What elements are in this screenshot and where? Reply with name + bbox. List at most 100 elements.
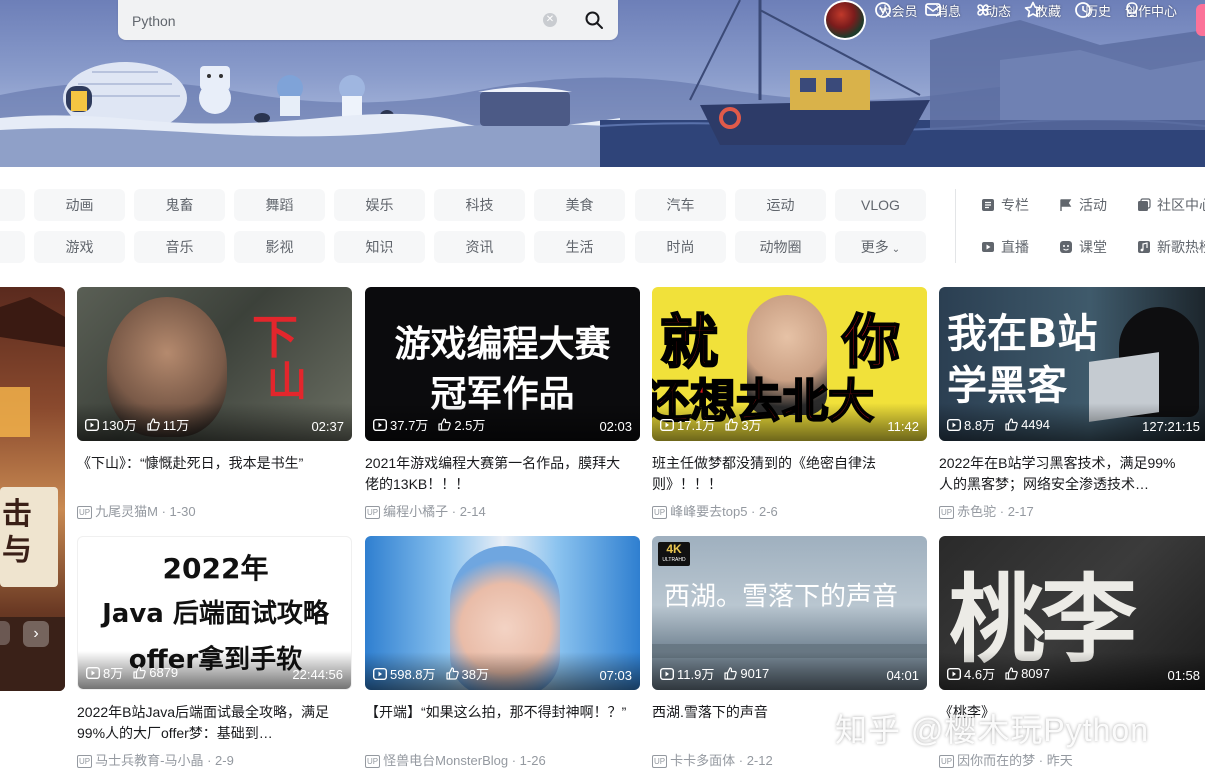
video-thumbnail[interactable]: 下 山 130万 11万 02:37: [77, 287, 352, 441]
likes-count: 38万: [461, 667, 490, 682]
nav-vip[interactable]: 大会员: [873, 0, 923, 20]
clear-search-icon[interactable]: ✕: [543, 13, 557, 27]
views-stat: 37.7万: [373, 415, 428, 434]
likes-stat: 6879: [133, 665, 178, 680]
video-thumbnail[interactable]: 游戏编程大赛 冠军作品 37.7万 2.5万 02:03: [365, 287, 640, 441]
search-input[interactable]: [130, 8, 534, 34]
link-community[interactable]: 社区中心: [1137, 189, 1205, 221]
video-title[interactable]: 班主任做梦都没猜到的《绝密自律法则》！！！: [652, 453, 914, 495]
likes-stat: 11万: [147, 415, 189, 434]
video-duration: 127:21:15: [1142, 419, 1200, 434]
channel-tech[interactable]: 科技: [434, 189, 525, 221]
channel-entertainment[interactable]: 娱乐: [334, 189, 425, 221]
video-title[interactable]: 2022年在B站学习黑客技术，满足99%人的黑客梦；网络安全渗透技术…: [939, 453, 1189, 495]
nav-dynamic[interactable]: 动态: [973, 0, 1023, 20]
channel-film[interactable]: 影视: [234, 231, 325, 263]
views-stat: 130万: [85, 415, 137, 434]
video-title[interactable]: 2021年游戏编程大赛第一名作品，膜拜大佬的13KB！！！: [365, 453, 627, 495]
nav-history[interactable]: 历史: [1073, 0, 1123, 20]
video-date: 2-9: [215, 753, 234, 768]
community-icon: [1138, 198, 1151, 211]
views-stat: 17.1万: [660, 415, 715, 434]
link-hot-songs[interactable]: 新歌热榜: [1137, 231, 1205, 263]
search-icon[interactable]: [584, 10, 604, 30]
thumbnail-caption: 西湖。雪落下的声音: [664, 582, 899, 612]
link-live[interactable]: 直播: [981, 231, 1029, 263]
video-author: 卡卡多面体: [670, 753, 736, 768]
video-meta[interactable]: UP 九尾灵猫M · 1-30: [77, 501, 196, 520]
video-thumbnail[interactable]: 598.8万 38万 07:03: [365, 536, 640, 690]
video-thumbnail[interactable]: 4K ULTRAHD 西湖。雪落下的声音 11.9万 9017 04:01: [652, 536, 927, 690]
video-meta[interactable]: UP 编程小橘子 · 2-14: [365, 501, 486, 520]
video-meta[interactable]: UP 赤色驼 · 2-17: [939, 501, 1034, 520]
video-author: 编程小橘子: [383, 504, 449, 519]
channel-vlog[interactable]: VLOG: [835, 189, 926, 221]
video-stats: 130万 11万: [85, 415, 189, 434]
video-title[interactable]: 2022年B站Java后端面试最全攻略，满足99%人的大厂offer梦：基础到…: [77, 702, 339, 744]
channel-partial-1[interactable]: [0, 189, 25, 221]
like-icon: [725, 418, 739, 431]
video-meta[interactable]: UP 卡卡多面体 · 2-12: [652, 750, 773, 769]
like-icon: [1005, 418, 1018, 431]
channel-food[interactable]: 美食: [534, 189, 625, 221]
carousel-prev-button[interactable]: [0, 621, 10, 645]
views-count: 17.1万: [677, 418, 716, 433]
play-count-icon: [947, 667, 961, 680]
video-stats: 17.1万 3万: [660, 415, 762, 434]
channel-animals[interactable]: 动物圈: [735, 231, 826, 263]
video-thumbnail[interactable]: 就 你 还想去北大 17.1万 3万 11:42: [652, 287, 927, 441]
video-author: 怪兽电台MonsterBlog: [383, 753, 509, 768]
creator-icon: [1126, 2, 1138, 17]
video-meta[interactable]: UP 峰峰要去top5 · 2-6: [652, 501, 778, 520]
channel-news[interactable]: 资讯: [434, 231, 525, 263]
channel-more[interactable]: 更多 ⌄: [835, 231, 926, 263]
video-meta[interactable]: UP 怪兽电台MonsterBlog · 1-26: [365, 750, 546, 769]
upload-button[interactable]: [1196, 4, 1205, 36]
link-course[interactable]: 课堂: [1059, 231, 1107, 263]
link-column[interactable]: 专栏: [981, 189, 1029, 221]
carousel-next-button[interactable]: ›: [23, 621, 49, 647]
channel-car[interactable]: 汽车: [635, 189, 726, 221]
channel-game[interactable]: 游戏: [34, 231, 125, 263]
channel-life[interactable]: 生活: [534, 231, 625, 263]
channel-dance[interactable]: 舞蹈: [234, 189, 325, 221]
video-thumbnail[interactable]: 2022年 Java 后端面试攻略 offer拿到手软 8万 6879 22:4…: [77, 536, 352, 690]
video-title[interactable]: 《下山》：“慷慨赴死日，我本是书生”: [77, 453, 339, 474]
like-icon: [147, 418, 160, 431]
video-duration: 04:01: [886, 668, 919, 683]
channel-partial-2[interactable]: [0, 231, 25, 263]
video-duration: 11:42: [887, 419, 919, 434]
nav-creator[interactable]: 创作中心: [1122, 0, 1180, 20]
likes-count: 2.5万: [454, 418, 486, 433]
likes-stat: 9017: [724, 666, 769, 681]
play-count-icon: [660, 418, 674, 431]
carousel[interactable]: 击与 ›: [0, 287, 65, 691]
channel-kichiku[interactable]: 鬼畜: [134, 189, 225, 221]
nav-message[interactable]: 消息: [923, 0, 973, 20]
channel-knowledge[interactable]: 知识: [334, 231, 425, 263]
channel-music[interactable]: 音乐: [134, 231, 225, 263]
like-icon: [724, 667, 738, 680]
views-count: 598.8万: [390, 667, 436, 682]
nav-favorites[interactable]: 收藏: [1023, 0, 1073, 20]
channel-fashion[interactable]: 时尚: [635, 231, 726, 263]
video-title[interactable]: 【开端】“如果这么拍，那不得封神啊！？”: [365, 702, 627, 723]
video-meta[interactable]: UP 马士兵教育-马小晶 · 2-9: [77, 750, 234, 769]
channel-divider: [955, 189, 956, 263]
link-live-label: 直播: [1001, 239, 1029, 255]
link-activity[interactable]: 活动: [1059, 189, 1107, 221]
views-stat: 8万: [86, 663, 123, 682]
user-avatar[interactable]: [824, 0, 866, 40]
channel-sports[interactable]: 运动: [735, 189, 826, 221]
video-date: 1-30: [169, 504, 196, 519]
dynamic-icon: [977, 4, 989, 16]
video-thumbnail[interactable]: 桃李 4.6万 8097 01:58: [939, 536, 1205, 690]
thumbnail-caption: Java 后端面试攻略: [102, 599, 329, 629]
channel-animation[interactable]: 动画: [34, 189, 125, 221]
video-thumbnail[interactable]: 我在B站 学黑客 8.8万 4494 127:21:15: [939, 287, 1205, 441]
likes-count: 3万: [741, 418, 762, 433]
up-icon: UP: [365, 755, 381, 768]
4k-badge-text: 4K: [666, 542, 682, 556]
video-meta[interactable]: UP 因你而在的梦 · 昨天: [939, 750, 1073, 769]
likes-stat: 3万: [725, 415, 762, 434]
